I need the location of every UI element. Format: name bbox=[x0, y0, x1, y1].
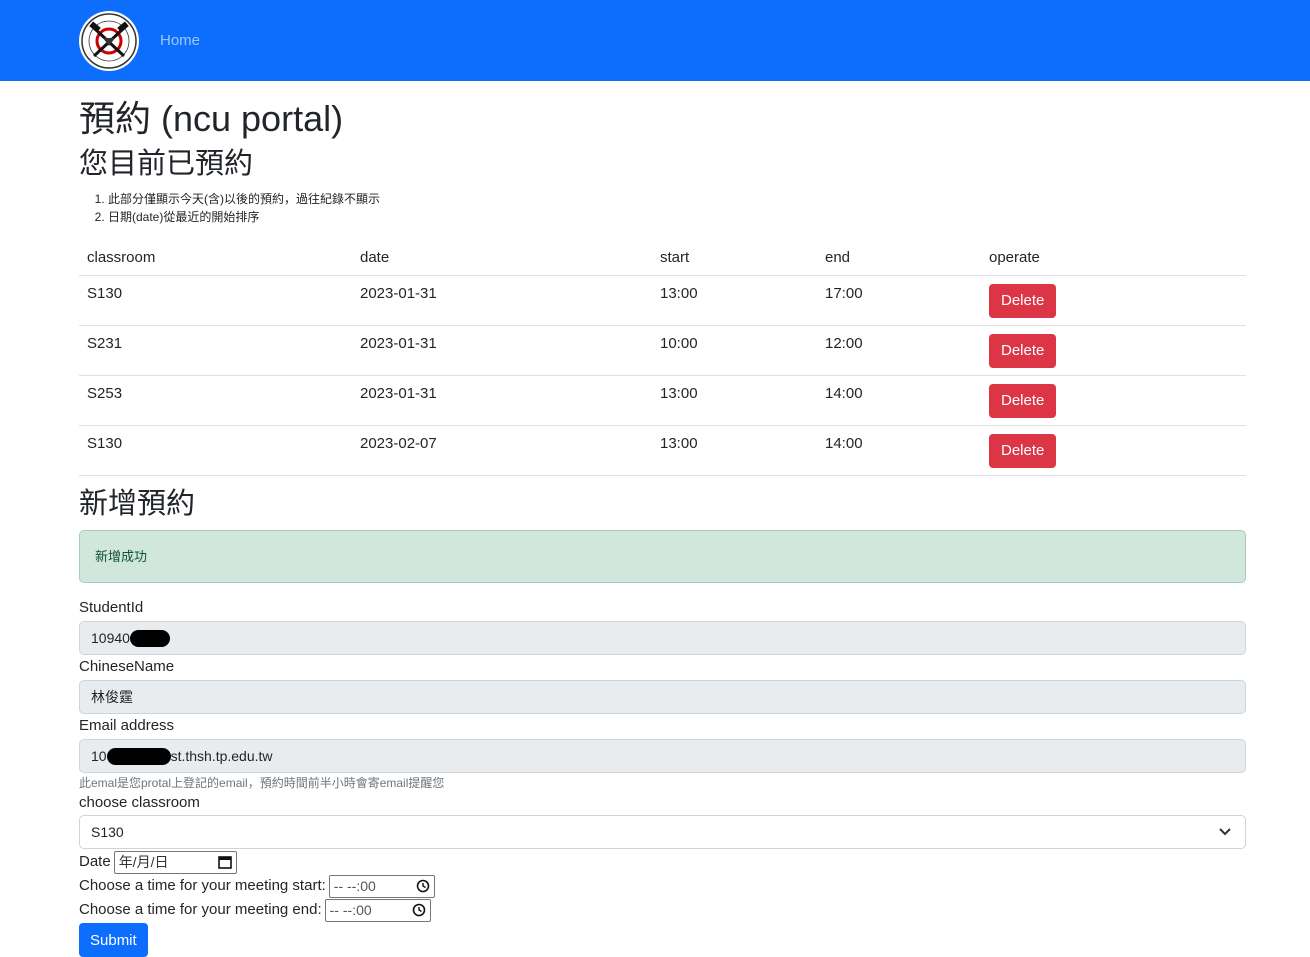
start-time-label: Choose a time for your meeting start: bbox=[79, 877, 326, 894]
delete-button[interactable]: Delete bbox=[989, 333, 1057, 368]
notes-list: 此部分僅顯示今天(含)以後的預約，過往紀錄不顯示 日期(date)從最近的開始排… bbox=[79, 190, 380, 226]
cell-start: 10:00 bbox=[652, 325, 817, 376]
reservation-form: StudentId 10940 ChineseName 林俊霆 Email ad… bbox=[79, 597, 1246, 957]
cell-start: 13:00 bbox=[652, 425, 817, 476]
cell-end: 14:00 bbox=[817, 425, 981, 476]
success-alert: 新增成功 bbox=[79, 530, 1246, 583]
new-reservation-title: 新增預約 bbox=[79, 488, 196, 520]
classroom-selected-value: S130 bbox=[91, 824, 124, 840]
cell-operate: Delete bbox=[981, 425, 1246, 476]
clock-icon[interactable] bbox=[412, 903, 426, 917]
column-header-date: date bbox=[352, 245, 652, 276]
cell-classroom: S231 bbox=[79, 325, 352, 376]
school-emblem-icon bbox=[81, 12, 137, 69]
page-title: 預約 (ncu portal) bbox=[79, 98, 344, 139]
delete-button[interactable]: Delete bbox=[989, 433, 1057, 468]
end-time-label: Choose a time for your meeting end: bbox=[79, 901, 322, 918]
cell-end: 17:00 bbox=[817, 275, 981, 326]
calendar-icon[interactable] bbox=[217, 855, 232, 869]
date-input[interactable]: 年/月/日 bbox=[113, 850, 237, 874]
cell-start: 13:00 bbox=[652, 275, 817, 326]
column-header-operate: operate bbox=[981, 245, 1246, 276]
redaction-mark bbox=[129, 629, 170, 647]
date-placeholder: 年/月/日 bbox=[118, 854, 169, 870]
chevron-down-icon bbox=[1219, 816, 1231, 860]
clock-icon[interactable] bbox=[416, 879, 430, 893]
start-time-placeholder: -- --:00 bbox=[333, 878, 376, 894]
end-time-input[interactable]: -- --:00 bbox=[324, 898, 431, 922]
cell-end: 12:00 bbox=[817, 325, 981, 376]
chinese-name-label: ChineseName bbox=[79, 658, 175, 675]
redaction-mark bbox=[106, 747, 171, 765]
reservations-table: classroom date start end operate S130 20… bbox=[79, 245, 1246, 476]
cell-classroom: S130 bbox=[79, 275, 352, 326]
reservations-section-title: 您目前已預約 bbox=[79, 148, 254, 180]
email-label: Email address bbox=[79, 717, 175, 734]
email-field[interactable]: 10 st.thsh.tp.edu.tw bbox=[79, 739, 1246, 773]
cell-date: 2023-01-31 bbox=[352, 325, 652, 376]
cell-date: 2023-01-31 bbox=[352, 375, 652, 426]
nav-home-link[interactable]: Home bbox=[160, 32, 200, 49]
end-time-row: Choose a time for your meeting end: -- -… bbox=[79, 898, 1246, 922]
date-label: Date bbox=[79, 853, 111, 870]
start-time-row: Choose a time for your meeting start: --… bbox=[79, 874, 1246, 898]
submit-button[interactable]: Submit bbox=[79, 923, 148, 957]
cell-end: 14:00 bbox=[817, 375, 981, 426]
note-item: 日期(date)從最近的開始排序 bbox=[108, 208, 380, 226]
email-prefix: 10 bbox=[91, 748, 107, 764]
cell-operate: Delete bbox=[981, 375, 1246, 426]
table-row: S130 2023-01-31 13:00 17:00 Delete bbox=[79, 275, 1246, 326]
cell-operate: Delete bbox=[981, 275, 1246, 326]
cell-classroom: S130 bbox=[79, 425, 352, 476]
student-id-field[interactable]: 10940 bbox=[79, 621, 1246, 655]
email-help-text: 此emal是您protal上登記的email，預約時間前半小時會寄email提醒… bbox=[79, 776, 445, 790]
cell-date: 2023-02-07 bbox=[352, 425, 652, 476]
navbar: Home bbox=[0, 0, 1310, 81]
column-header-end: end bbox=[817, 245, 981, 276]
classroom-label: choose classroom bbox=[79, 794, 200, 811]
chinese-name-field[interactable]: 林俊霆 bbox=[79, 680, 1246, 714]
table-row: S231 2023-01-31 10:00 12:00 Delete bbox=[79, 325, 1246, 376]
table-row: S253 2023-01-31 13:00 14:00 Delete bbox=[79, 375, 1246, 426]
school-logo[interactable] bbox=[79, 10, 139, 71]
student-id-value: 10940 bbox=[91, 630, 130, 646]
cell-start: 13:00 bbox=[652, 375, 817, 426]
chinese-name-value: 林俊霆 bbox=[91, 689, 133, 705]
end-time-placeholder: -- --:00 bbox=[329, 902, 372, 918]
date-row: Date 年/月/日 bbox=[79, 850, 1246, 874]
column-header-classroom: classroom bbox=[79, 245, 352, 276]
student-id-label: StudentId bbox=[79, 599, 144, 616]
table-row: S130 2023-02-07 13:00 14:00 Delete bbox=[79, 425, 1246, 476]
cell-operate: Delete bbox=[981, 325, 1246, 376]
column-header-start: start bbox=[652, 245, 817, 276]
note-item: 此部分僅顯示今天(含)以後的預約，過往紀錄不顯示 bbox=[108, 190, 380, 208]
classroom-select[interactable]: S130 bbox=[79, 815, 1246, 849]
email-suffix: st.thsh.tp.edu.tw bbox=[170, 748, 273, 764]
cell-classroom: S253 bbox=[79, 375, 352, 426]
delete-button[interactable]: Delete bbox=[989, 383, 1057, 418]
cell-date: 2023-01-31 bbox=[352, 275, 652, 326]
start-time-input[interactable]: -- --:00 bbox=[328, 874, 435, 898]
table-header-row: classroom date start end operate bbox=[79, 245, 1246, 276]
delete-button[interactable]: Delete bbox=[989, 283, 1057, 318]
